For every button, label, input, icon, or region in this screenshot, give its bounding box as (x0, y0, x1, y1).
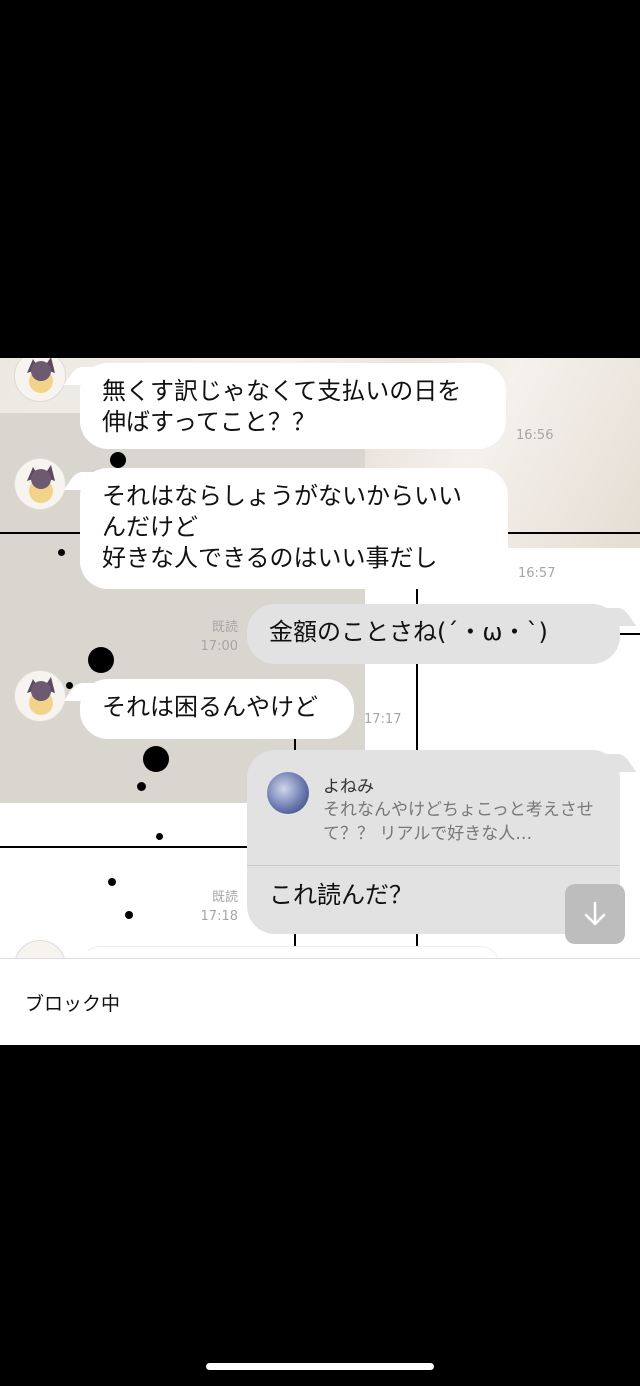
message-bubble[interactable] (80, 946, 500, 958)
divider (247, 865, 619, 866)
read-receipt: 既読 17:00 (200, 620, 238, 654)
wallpaper-dot (156, 833, 163, 840)
reply-text: これ読んだ？ (269, 881, 413, 909)
wallpaper-dot (58, 549, 65, 556)
avatar[interactable] (14, 670, 66, 722)
quoted-avatar (267, 772, 309, 814)
quoted-text: それなんやけどちょこっと考えさせて？？ リアルで好きな人… (323, 800, 594, 844)
message-bubble[interactable]: 無くす訳じゃなくて支払いの日を 伸ばすってこと？？ (80, 363, 506, 449)
message-bubble[interactable]: それはならしょうがないからいい んだけど 好きな人できるのはいい事だし (80, 468, 508, 589)
wallpaper-dot (137, 782, 146, 791)
read-receipt: 既読 17:18 (200, 890, 238, 924)
wallpaper-dot (125, 911, 133, 919)
arrow-down-icon (584, 901, 606, 926)
message-bubble[interactable]: それは困るんやけど (80, 679, 354, 739)
wallpaper-dot (108, 878, 116, 886)
blocked-footer: ブロック中 (0, 958, 640, 1045)
message-bubble[interactable]: 金額のことさね(´・ω・`) (247, 604, 620, 664)
blocked-label: ブロック中 (25, 993, 121, 1015)
avatar[interactable] (14, 458, 66, 510)
home-indicator[interactable] (206, 1363, 434, 1370)
chat-area[interactable]: 無くす訳じゃなくて支払いの日を 伸ばすってこと？？ 16:56 それはならしょう… (0, 358, 640, 958)
wallpaper-dot (88, 647, 114, 673)
message-time: 16:57 (518, 566, 556, 581)
scroll-to-bottom-button[interactable] (565, 884, 625, 944)
message-time: 16:56 (516, 428, 554, 443)
wallpaper-dot (110, 452, 126, 468)
wallpaper-line (0, 846, 248, 848)
message-time: 17:17 (364, 712, 402, 727)
wallpaper-dot (143, 746, 169, 772)
